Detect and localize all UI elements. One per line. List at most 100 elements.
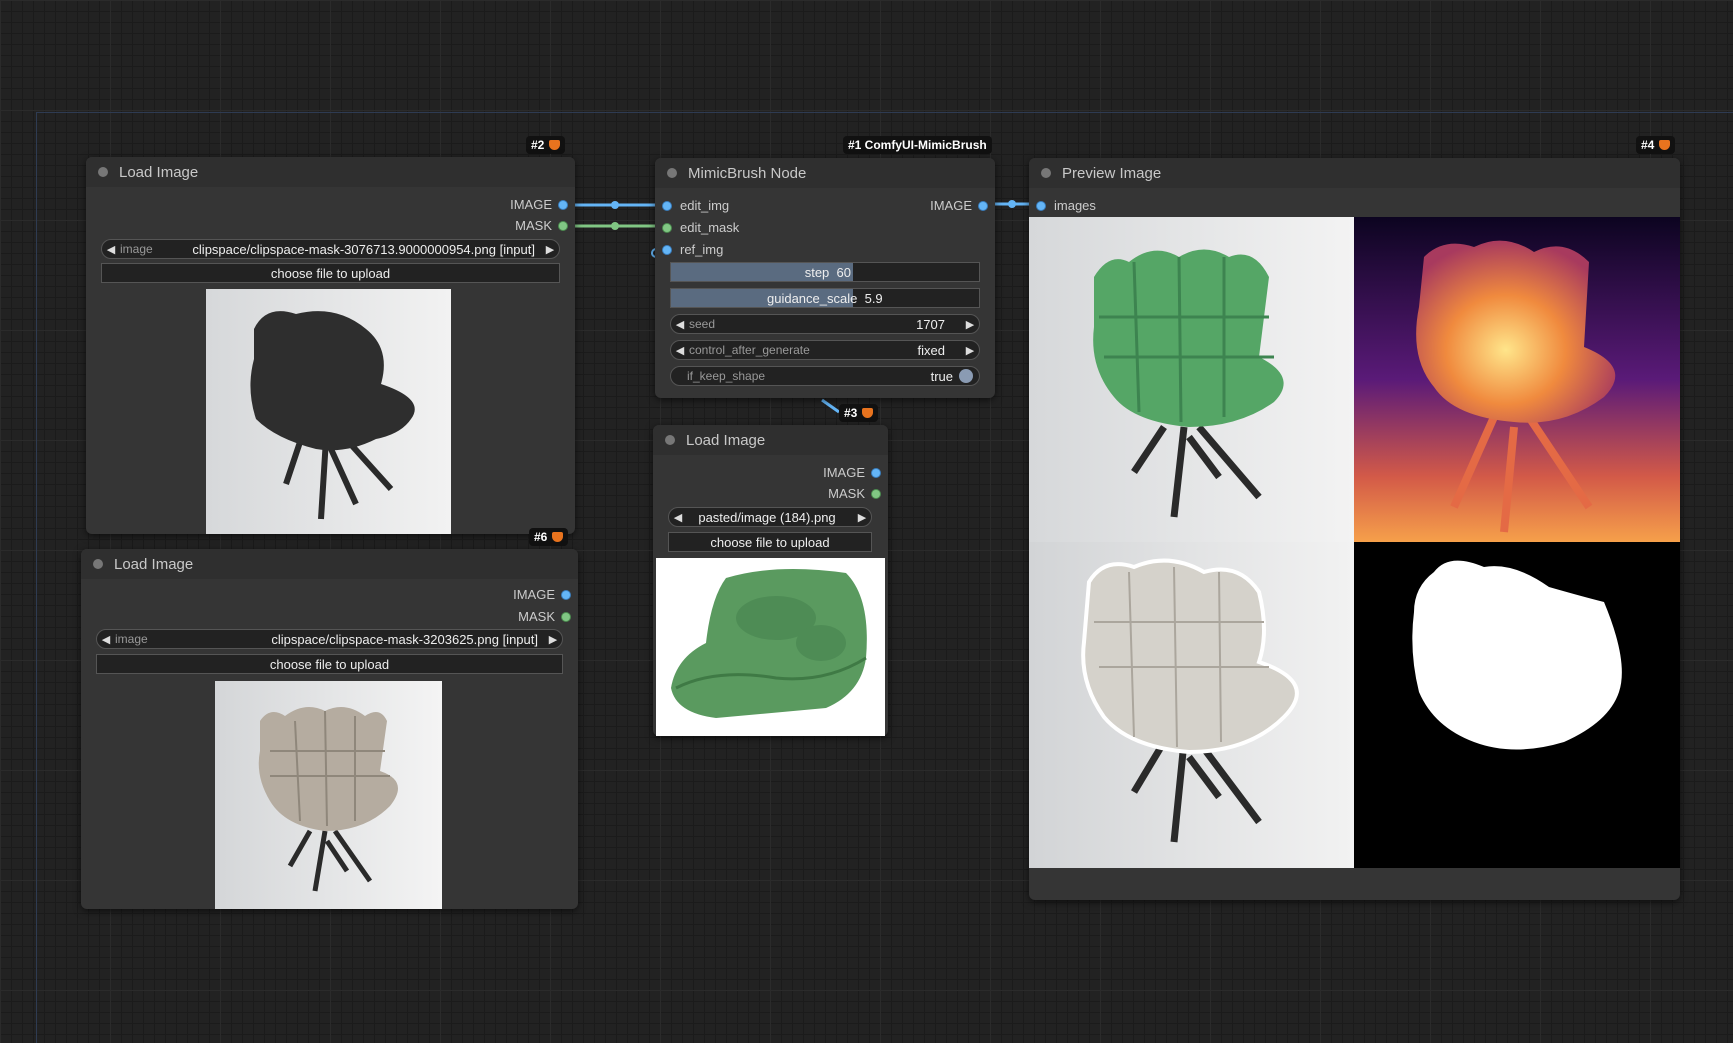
fox-icon: [552, 532, 564, 542]
collapse-dot-icon[interactable]: [98, 167, 108, 177]
guidance-label: guidance_scale: [767, 290, 858, 306]
node-2-image-combo[interactable]: ◀ image clipspace/clipspace-mask-3076713…: [101, 239, 560, 259]
node-3-id: #3: [844, 406, 858, 420]
socket-icon[interactable]: [1037, 201, 1045, 210]
keep-label: if_keep_shape: [687, 369, 766, 383]
node-3-output-mask[interactable]: MASK: [828, 486, 880, 501]
output-image-label: IMAGE: [930, 198, 972, 213]
toggle-knob-icon[interactable]: [959, 369, 973, 383]
arrow-left-icon[interactable]: ◀: [97, 633, 115, 646]
node-4-header[interactable]: Preview Image: [1029, 158, 1680, 188]
fox-icon: [1659, 140, 1671, 150]
seed-widget[interactable]: ◀ seed 1707 ▶: [670, 314, 980, 334]
collapse-dot-icon[interactable]: [665, 435, 675, 445]
output-image-label: IMAGE: [510, 197, 552, 212]
node-2-preview-image: [206, 289, 451, 534]
node-2-header[interactable]: Load Image: [86, 157, 575, 187]
step-slider[interactable]: step 60: [670, 262, 980, 282]
node-6-output-mask[interactable]: MASK: [518, 609, 570, 624]
output-mask-label: MASK: [518, 609, 555, 624]
input-label: images: [1054, 198, 1096, 213]
socket-icon[interactable]: [872, 489, 880, 498]
input-label: edit_mask: [680, 220, 740, 235]
node-1-input-edit-mask[interactable]: edit_mask: [663, 220, 739, 235]
input-label: edit_img: [680, 198, 730, 213]
preview-image-node-4[interactable]: Preview Image images: [1029, 158, 1680, 900]
step-label: step: [804, 264, 830, 280]
arrow-right-icon[interactable]: ▶: [961, 318, 979, 331]
fox-icon: [862, 408, 874, 418]
node-2-id: #2: [531, 138, 545, 152]
output-mask-label: MASK: [828, 486, 865, 501]
step-value: 60: [836, 264, 851, 280]
combo-label: image: [120, 242, 153, 256]
arrow-right-icon[interactable]: ▶: [541, 243, 559, 256]
node-2-output-mask[interactable]: MASK: [515, 218, 567, 233]
node-6-upload-button[interactable]: choose file to upload: [96, 654, 563, 674]
combo-value: pasted/image (184).png: [698, 509, 836, 525]
socket-icon[interactable]: [562, 590, 570, 599]
guidance-value: 5.9: [864, 290, 883, 306]
mimicbrush-node-1[interactable]: MimicBrush Node edit_img edit_mask ref_i…: [655, 158, 995, 398]
collapse-dot-icon[interactable]: [1041, 168, 1051, 178]
arrow-left-icon[interactable]: ◀: [669, 511, 687, 524]
node-4-title: Preview Image: [1062, 164, 1162, 182]
if-keep-shape-toggle[interactable]: if_keep_shape true: [670, 366, 980, 386]
control-after-generate-widget[interactable]: ◀ control_after_generate fixed ▶: [670, 340, 980, 360]
arrow-left-icon[interactable]: ◀: [671, 344, 689, 357]
node-2-upload-button[interactable]: choose file to upload: [101, 263, 560, 283]
node-4-badge: #4: [1636, 136, 1676, 154]
preview-depth-image[interactable]: [1354, 217, 1680, 542]
keep-value: true: [930, 368, 953, 384]
load-image-node-2[interactable]: Load Image IMAGE MASK ◀ image clipspace/…: [86, 157, 575, 534]
load-image-node-3[interactable]: Load Image IMAGE MASK ◀ image pasted/ima…: [653, 425, 888, 736]
seed-value: 1707: [916, 316, 945, 332]
combo-value: clipspace/clipspace-mask-3203625.png [in…: [271, 631, 538, 647]
node-6-preview-image: [215, 681, 442, 909]
collapse-dot-icon[interactable]: [93, 559, 103, 569]
node-1-input-ref-img[interactable]: ref_img: [663, 242, 723, 257]
output-mask-label: MASK: [515, 218, 552, 233]
output-image-label: IMAGE: [513, 587, 555, 602]
socket-icon[interactable]: [559, 221, 567, 230]
node-3-image-combo[interactable]: ◀ image pasted/image (184).png ▶: [668, 507, 872, 527]
node-3-header[interactable]: Load Image: [653, 425, 888, 455]
socket-icon[interactable]: [663, 201, 671, 210]
load-image-node-6[interactable]: Load Image IMAGE MASK ◀ image clipspace/…: [81, 549, 578, 909]
socket-icon[interactable]: [872, 468, 880, 477]
node-6-output-image[interactable]: IMAGE: [513, 587, 570, 602]
socket-icon[interactable]: [559, 200, 567, 209]
node-6-image-combo[interactable]: ◀ image clipspace/clipspace-mask-3203625…: [96, 629, 563, 649]
node-2-output-image[interactable]: IMAGE: [510, 197, 567, 212]
socket-icon[interactable]: [663, 223, 671, 232]
node-1-input-edit-img[interactable]: edit_img: [663, 198, 729, 213]
preview-result-image[interactable]: [1029, 217, 1354, 542]
white-mask-image: [1354, 542, 1680, 868]
arrow-right-icon[interactable]: ▶: [544, 633, 562, 646]
node-6-title: Load Image: [114, 555, 194, 573]
node-1-header[interactable]: MimicBrush Node: [655, 158, 995, 188]
node-3-upload-button[interactable]: choose file to upload: [668, 532, 872, 552]
preview-mask-image[interactable]: [1354, 542, 1680, 868]
node-2-badge: #2: [526, 136, 566, 154]
arrow-right-icon[interactable]: ▶: [961, 344, 979, 357]
collapse-dot-icon[interactable]: [667, 168, 677, 178]
preview-overlay-image[interactable]: [1029, 542, 1354, 868]
gray-chair-image: [215, 681, 442, 909]
node-1-title: MimicBrush Node: [688, 164, 807, 182]
node-1-output-image[interactable]: IMAGE: [930, 198, 987, 213]
guidance-scale-slider[interactable]: guidance_scale 5.9: [670, 288, 980, 308]
node-3-badge: #3: [839, 404, 879, 422]
socket-icon[interactable]: [979, 201, 987, 210]
arrow-left-icon[interactable]: ◀: [102, 243, 120, 256]
node-6-header[interactable]: Load Image: [81, 549, 578, 579]
arrow-left-icon[interactable]: ◀: [671, 318, 689, 331]
socket-icon[interactable]: [562, 612, 570, 621]
cag-value: fixed: [917, 342, 945, 358]
node-4-input-images[interactable]: images: [1037, 198, 1096, 213]
guidance-text: guidance_scale 5.9: [767, 289, 883, 307]
node-3-output-image[interactable]: IMAGE: [823, 465, 880, 480]
socket-icon[interactable]: [663, 245, 671, 254]
node-4-id: #4: [1641, 138, 1655, 152]
arrow-right-icon[interactable]: ▶: [853, 511, 871, 524]
